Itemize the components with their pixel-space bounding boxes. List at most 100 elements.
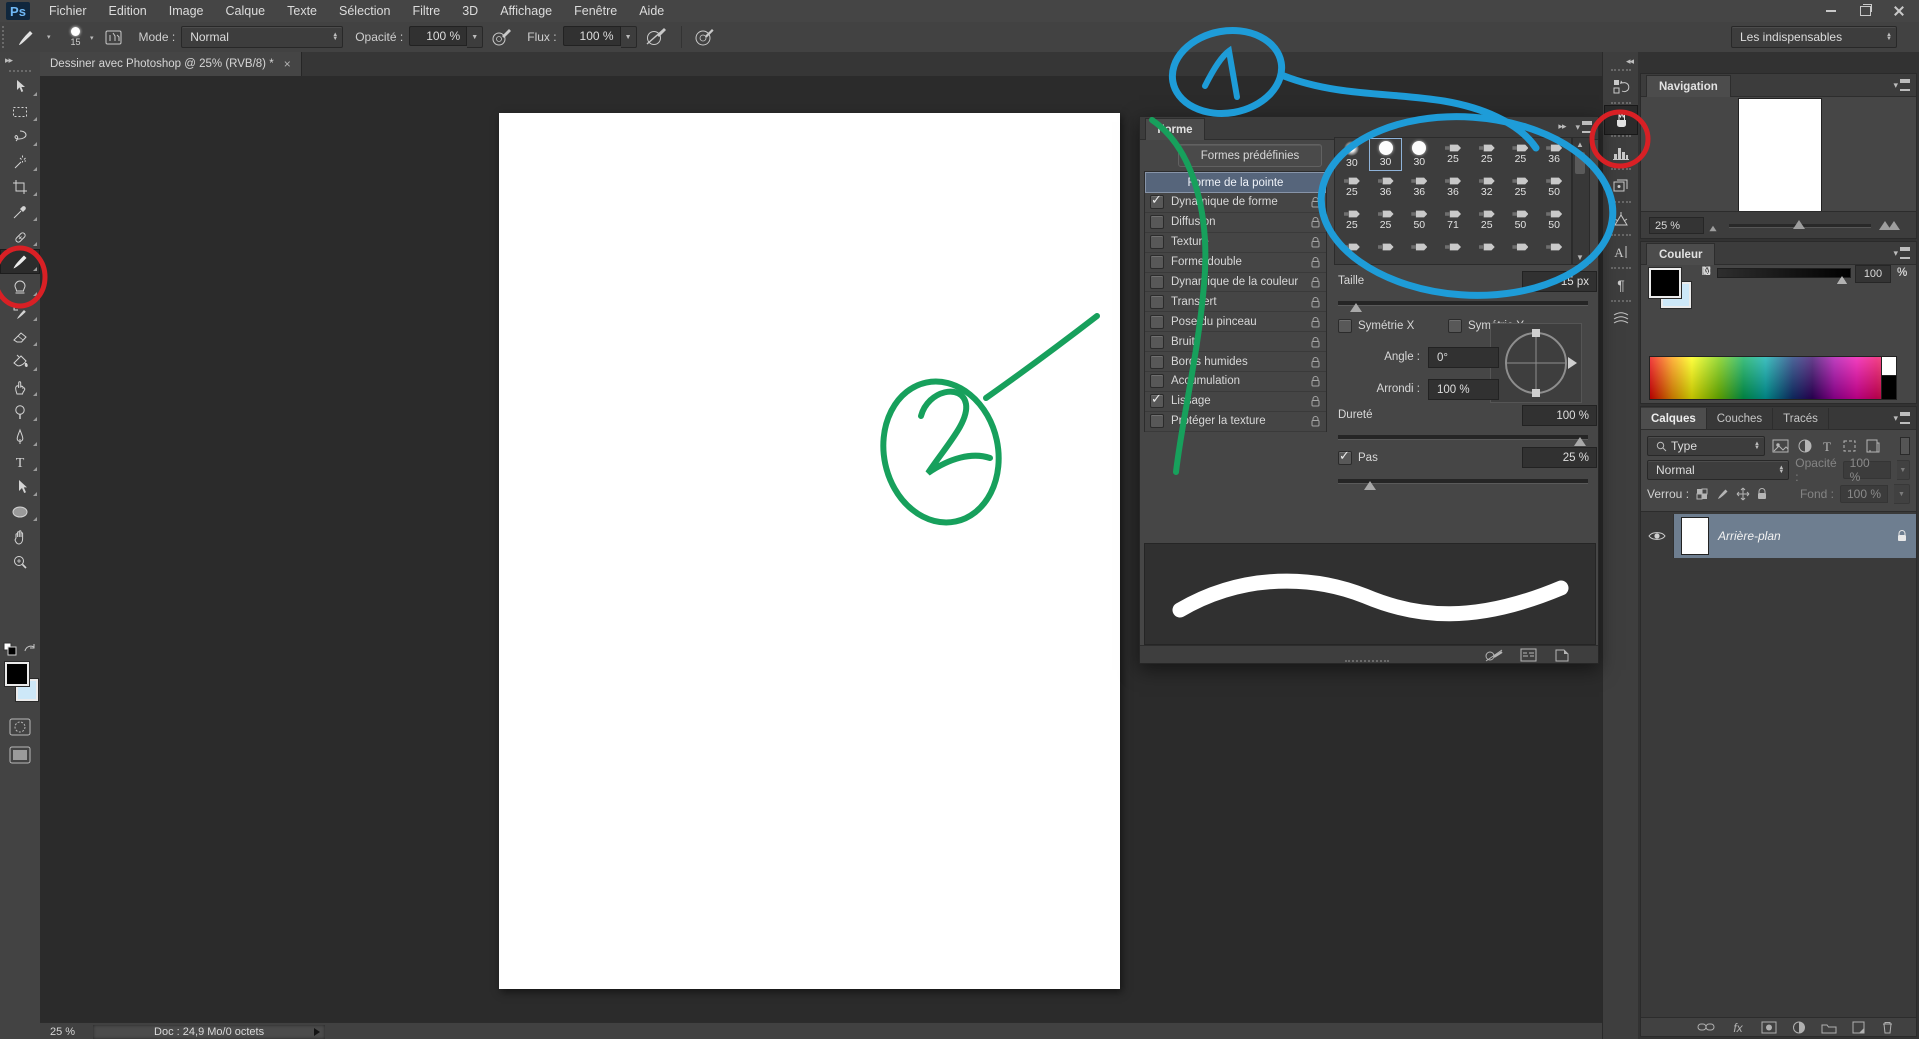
character-panel-button[interactable]: A xyxy=(1604,237,1638,267)
navigation-proxy-preview[interactable] xyxy=(1739,99,1821,211)
navigation-zoom-field[interactable]: 25 % xyxy=(1649,217,1704,234)
scroll-up-icon[interactable]: ▲ xyxy=(1576,140,1584,149)
lock-icon[interactable] xyxy=(1310,216,1321,228)
menu-item[interactable]: Fenêtre xyxy=(563,0,628,22)
flow-dropdown-button[interactable]: ▼ xyxy=(621,26,637,48)
tool-zoom[interactable] xyxy=(0,549,40,574)
panel-resize-gripper[interactable] xyxy=(1345,660,1389,662)
menu-item[interactable]: 3D xyxy=(451,0,489,22)
toggle-preview-icon[interactable] xyxy=(1484,648,1504,662)
collapse-tools-icon[interactable]: ▸▸ xyxy=(0,52,40,66)
layer-blend-select[interactable]: Normal ▲▼ xyxy=(1647,460,1789,480)
brush-settings-panel-button[interactable] xyxy=(1604,105,1638,135)
swap-colors-icon[interactable] xyxy=(22,642,38,656)
brush-preset-cell[interactable]: 25 xyxy=(1335,204,1369,237)
brush-preset-cell[interactable] xyxy=(1504,237,1538,265)
tool-pen[interactable] xyxy=(0,424,40,449)
fill-dropdown-button[interactable]: ▼ xyxy=(1894,484,1910,504)
lock-icon[interactable] xyxy=(1310,236,1321,248)
menu-item[interactable]: Texte xyxy=(276,0,328,22)
option-checkbox[interactable] xyxy=(1150,215,1164,229)
clone-source-panel-button[interactable] xyxy=(1604,204,1638,234)
layer-filter-select[interactable]: Type ▲▼ xyxy=(1647,436,1765,456)
size-value-field[interactable]: 15 px xyxy=(1522,271,1597,292)
brush-preset-cell[interactable]: 36 xyxy=(1402,171,1436,204)
zoom-level-field[interactable]: 25 % xyxy=(50,1026,75,1038)
tool-brush[interactable] xyxy=(0,249,40,274)
screen-mode-button[interactable] xyxy=(9,746,31,764)
brush-preset-cell[interactable] xyxy=(1402,237,1436,265)
brush-tool-icon[interactable] xyxy=(15,26,39,48)
brush-preset-cell[interactable]: 36 xyxy=(1369,171,1403,204)
brush-preset-cell[interactable]: 25 xyxy=(1504,171,1538,204)
brush-preset-cell[interactable]: 25 xyxy=(1470,138,1504,171)
option-checkbox[interactable] xyxy=(1150,394,1164,408)
brush-option-row[interactable]: Diffusion xyxy=(1145,213,1326,233)
scrollbar-thumb[interactable] xyxy=(1575,152,1585,174)
tool-hand[interactable] xyxy=(0,524,40,549)
brush-preset-cell[interactable]: 50 xyxy=(1504,204,1538,237)
lock-icon[interactable] xyxy=(1310,276,1321,288)
navigation-tab[interactable]: Navigation xyxy=(1646,75,1731,97)
histogram-panel-button[interactable] xyxy=(1604,138,1638,168)
brush-preset-picker[interactable]: 15 ▾ xyxy=(57,24,95,50)
options-bar-gripper[interactable] xyxy=(2,26,9,48)
checkbox[interactable] xyxy=(1448,319,1462,333)
brush-preset-cell[interactable]: 36 xyxy=(1436,171,1470,204)
filter-smart-objects-icon[interactable] xyxy=(1865,438,1881,454)
color-tab[interactable]: Couleur xyxy=(1646,243,1715,265)
option-checkbox[interactable] xyxy=(1150,414,1164,428)
lock-transparent-icon[interactable] xyxy=(1695,487,1710,501)
lock-all-icon[interactable] xyxy=(1756,487,1768,501)
panel-menu-icon[interactable]: ▾ xyxy=(1575,121,1592,133)
layer-visibility-cell[interactable] xyxy=(1641,514,1674,558)
brush-preset-cell[interactable]: 25 xyxy=(1335,171,1369,204)
hardness-value-field[interactable]: 100 % xyxy=(1522,405,1597,426)
new-layer-icon[interactable] xyxy=(1852,1021,1866,1034)
status-menu-arrow-icon[interactable] xyxy=(314,1028,320,1036)
workspace-select[interactable]: Les indispensables ▲▼ xyxy=(1731,26,1897,48)
brush-preset-cell[interactable]: 25 xyxy=(1470,204,1504,237)
channel-slider-thumb[interactable] xyxy=(1837,276,1847,284)
channel-value-field[interactable]: 100 xyxy=(1855,265,1891,283)
brush-option-row[interactable]: Protéger la texture xyxy=(1145,412,1326,432)
size-slider[interactable] xyxy=(1338,301,1588,306)
tools-gripper[interactable] xyxy=(9,70,31,72)
brush-option-row[interactable]: Forme double xyxy=(1145,253,1326,273)
brush-preset-cell[interactable]: 50 xyxy=(1537,204,1571,237)
black-swatch[interactable] xyxy=(1881,375,1897,400)
panel-menu-icon[interactable]: ▾ xyxy=(1893,247,1910,259)
brush-option-row[interactable]: Transfert xyxy=(1145,292,1326,312)
lock-icon[interactable] xyxy=(1310,415,1321,427)
checkbox[interactable] xyxy=(1338,451,1352,465)
document-size-indicator[interactable]: Doc : 24,9 Mo/0 octets xyxy=(93,1025,325,1039)
lock-icon[interactable] xyxy=(1310,395,1321,407)
texture-protect-icon[interactable] xyxy=(1520,648,1538,662)
brush-option-row[interactable]: Lissage xyxy=(1145,392,1326,412)
link-layers-icon[interactable] xyxy=(1697,1021,1715,1033)
brush-option-row[interactable]: Texture xyxy=(1145,233,1326,253)
tool-crop[interactable] xyxy=(0,174,40,199)
hardness-slider-thumb[interactable] xyxy=(1574,437,1586,446)
angle-value-field[interactable]: 0° xyxy=(1428,347,1499,368)
foreground-color-swatch[interactable] xyxy=(5,662,29,686)
layer-thumbnail[interactable] xyxy=(1682,518,1708,554)
tool-path-selection[interactable] xyxy=(0,474,40,499)
spacing-checkbox[interactable]: Pas xyxy=(1338,451,1378,465)
brush-preset-cell[interactable]: 25 xyxy=(1504,138,1538,171)
preset-grid-scrollbar[interactable]: ▲ ▼ xyxy=(1572,137,1590,265)
collapse-dock-icon[interactable]: ◂◂ xyxy=(1603,52,1639,69)
new-brush-icon[interactable] xyxy=(1554,648,1570,662)
filter-adjustment-layers-icon[interactable] xyxy=(1797,438,1813,454)
filter-toggle-switch[interactable] xyxy=(1900,437,1910,455)
tool-paint-bucket[interactable] xyxy=(0,349,40,374)
lock-icon[interactable] xyxy=(1310,375,1321,387)
roundness-value-field[interactable]: 100 % xyxy=(1428,379,1499,400)
channel-slider[interactable] xyxy=(1717,268,1851,278)
menu-item[interactable]: Image xyxy=(158,0,215,22)
spacing-slider-thumb[interactable] xyxy=(1364,481,1376,490)
filter-type-layers-icon[interactable]: T xyxy=(1819,438,1835,454)
hardness-slider[interactable] xyxy=(1338,435,1588,440)
brush-preset-cell[interactable]: 36 xyxy=(1537,138,1571,171)
tip-shape-item[interactable]: Forme de la pointe xyxy=(1145,172,1326,193)
